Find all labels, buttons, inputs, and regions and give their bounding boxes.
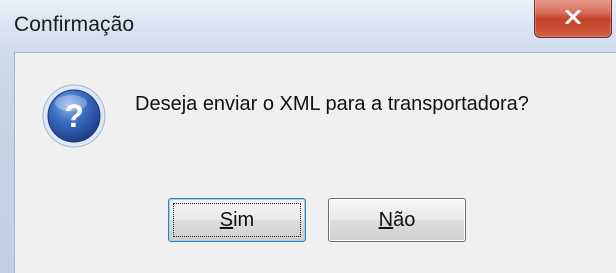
dialog-message: Deseja enviar o XML para a transportador…	[135, 93, 529, 115]
dialog-body: ? Deseja enviar o XML para a transportad…	[14, 52, 616, 273]
title-bar[interactable]: Confirmação	[0, 0, 616, 50]
yes-mnemonic: S	[219, 208, 234, 231]
yes-label-rest: im	[233, 208, 255, 231]
no-button[interactable]: Não	[328, 198, 466, 242]
no-button-label: Não	[379, 209, 416, 231]
question-icon: ?	[42, 84, 106, 148]
yes-button[interactable]: Sim	[168, 198, 306, 242]
dialog-title: Confirmação	[14, 13, 135, 36]
no-label-rest: ão	[393, 208, 416, 231]
yes-button-label: Sim	[220, 209, 254, 231]
confirmation-dialog: Confirmação ? Deseja enviar o XML para a…	[0, 0, 616, 273]
no-mnemonic: N	[378, 208, 394, 231]
svg-text:?: ?	[64, 98, 84, 134]
close-button[interactable]	[534, 0, 612, 38]
close-icon	[565, 10, 581, 24]
